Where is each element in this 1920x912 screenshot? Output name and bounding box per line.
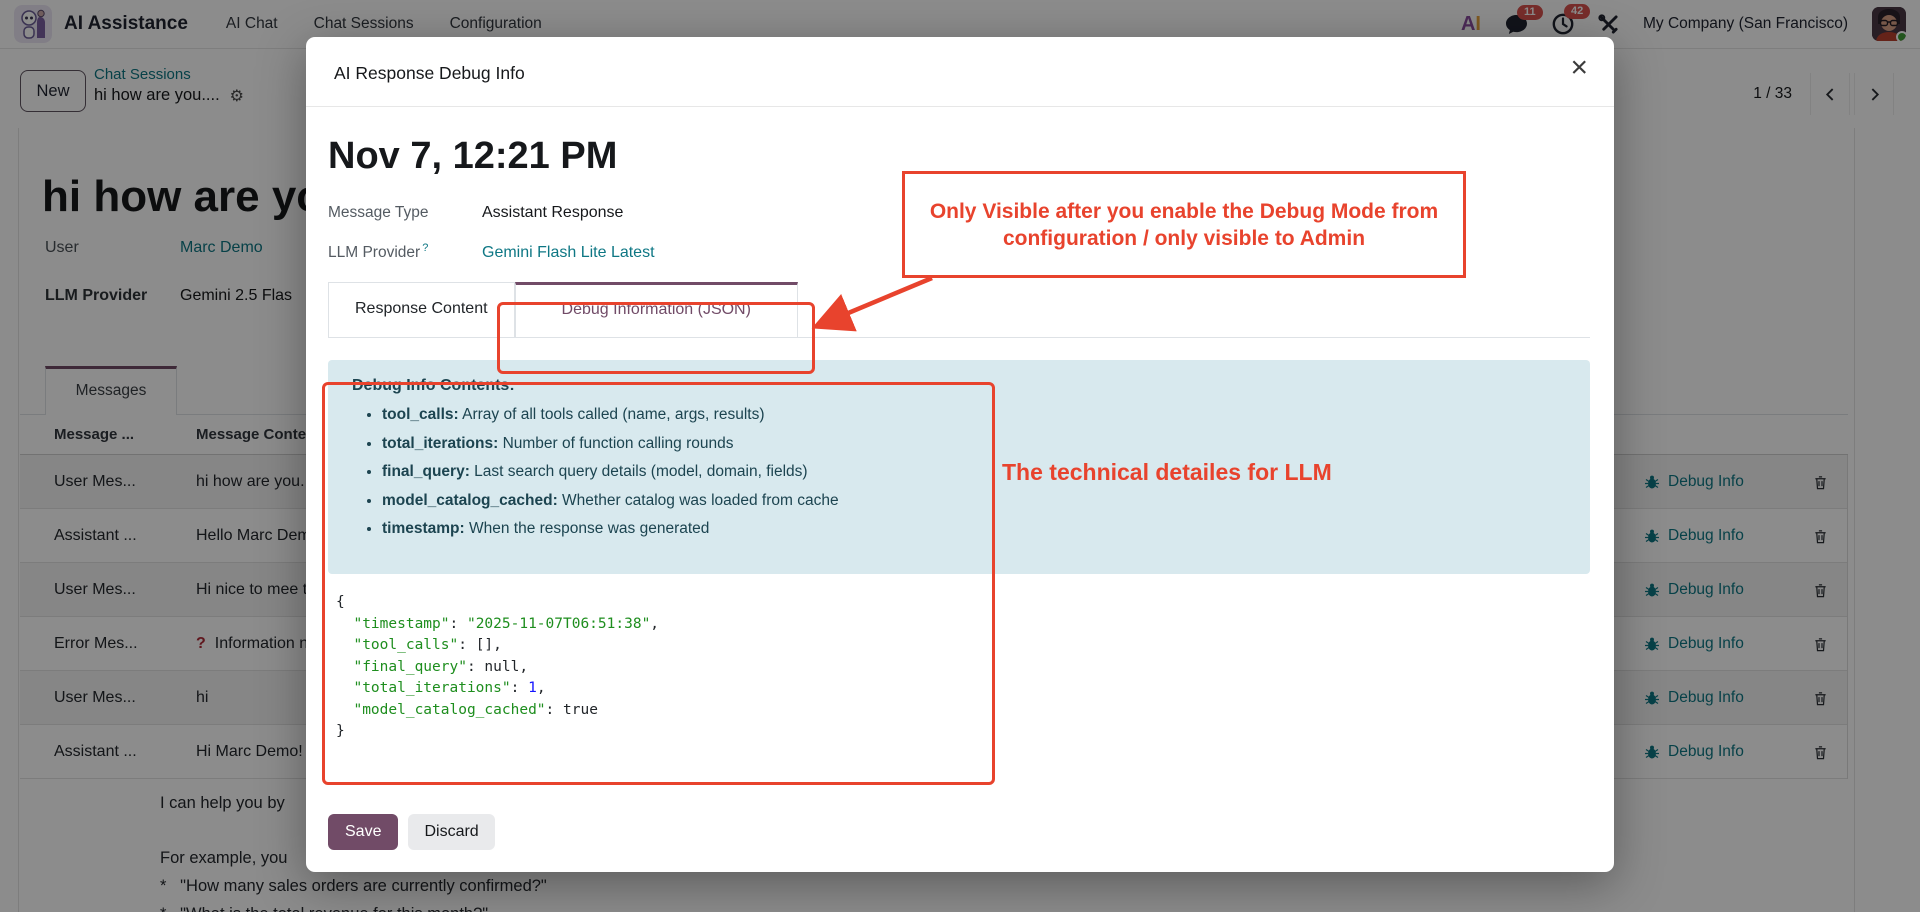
page: AI Assistance AI Chat Chat Sessions Conf…	[0, 0, 1920, 912]
modal-footer: Save Discard	[306, 800, 1614, 872]
help-icon[interactable]: ?	[422, 242, 428, 254]
annotation-content-outline	[322, 382, 995, 785]
message-type-value: Assistant Response	[482, 204, 624, 221]
annotation-technical-details-note: The technical detailes for LLM	[1002, 459, 1332, 485]
annotation-tab-outline	[497, 302, 815, 374]
save-button[interactable]: Save	[328, 814, 399, 850]
modal-title: AI Response Debug Info	[334, 63, 525, 83]
llm-provider-value[interactable]: Gemini Flash Lite Latest	[482, 244, 655, 262]
annotation-debug-mode-note: Only Visible after you enable the Debug …	[902, 171, 1466, 278]
tab-response-content[interactable]: Response Content	[328, 282, 515, 338]
message-type-label: Message Type	[328, 204, 429, 221]
discard-button[interactable]: Discard	[408, 814, 495, 850]
close-icon[interactable]: ×	[1570, 53, 1588, 83]
llm-provider-label: LLM Provider?	[328, 242, 429, 262]
modal-header: AI Response Debug Info ×	[306, 37, 1614, 107]
